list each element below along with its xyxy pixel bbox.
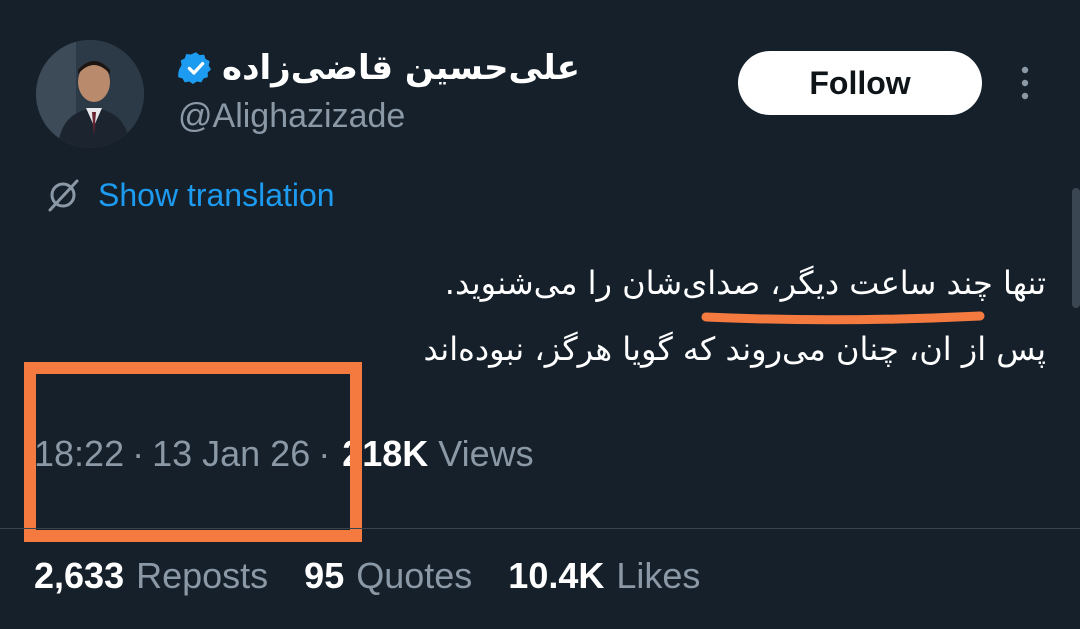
- reposts-count: 2,633: [34, 555, 125, 596]
- likes-count: 10.4K: [508, 555, 605, 596]
- reposts-label: Reposts: [136, 555, 269, 596]
- author-name-row[interactable]: علی‌حسین قاضی‌زاده: [178, 40, 580, 96]
- divider: [0, 528, 1080, 529]
- avatar-image: [36, 40, 144, 148]
- follow-button[interactable]: Follow: [738, 51, 982, 115]
- likes-stat[interactable]: 10.4K Likes: [508, 555, 700, 597]
- verified-badge-icon: [178, 52, 211, 85]
- avatar[interactable]: [36, 40, 144, 148]
- engagement-stats: 2,633 Reposts 95 Quotes 10.4K Likes: [34, 552, 736, 600]
- scrollbar[interactable]: [1072, 188, 1080, 308]
- show-translation-link[interactable]: Show translation: [44, 172, 335, 218]
- views-label[interactable]: Views: [438, 433, 533, 475]
- more-vertical-icon[interactable]: [1015, 64, 1035, 104]
- orange-underline-annotation: [701, 311, 985, 325]
- display-name[interactable]: علی‌حسین قاضی‌زاده: [222, 51, 580, 85]
- show-translation-label: Show translation: [98, 176, 335, 213]
- author-handle[interactable]: @Alighazizade: [178, 97, 405, 136]
- quotes-stat[interactable]: 95 Quotes: [304, 555, 472, 597]
- quotes-label: Quotes: [356, 555, 473, 596]
- globe-slash-icon: [48, 179, 79, 212]
- likes-label: Likes: [616, 555, 701, 596]
- orange-highlight-box-annotation: [24, 362, 362, 542]
- reposts-stat[interactable]: 2,633 Reposts: [34, 555, 268, 597]
- tweet-screen: علی‌حسین قاضی‌زاده @Alighazizade Follow …: [0, 0, 1080, 629]
- quotes-count: 95: [304, 555, 345, 596]
